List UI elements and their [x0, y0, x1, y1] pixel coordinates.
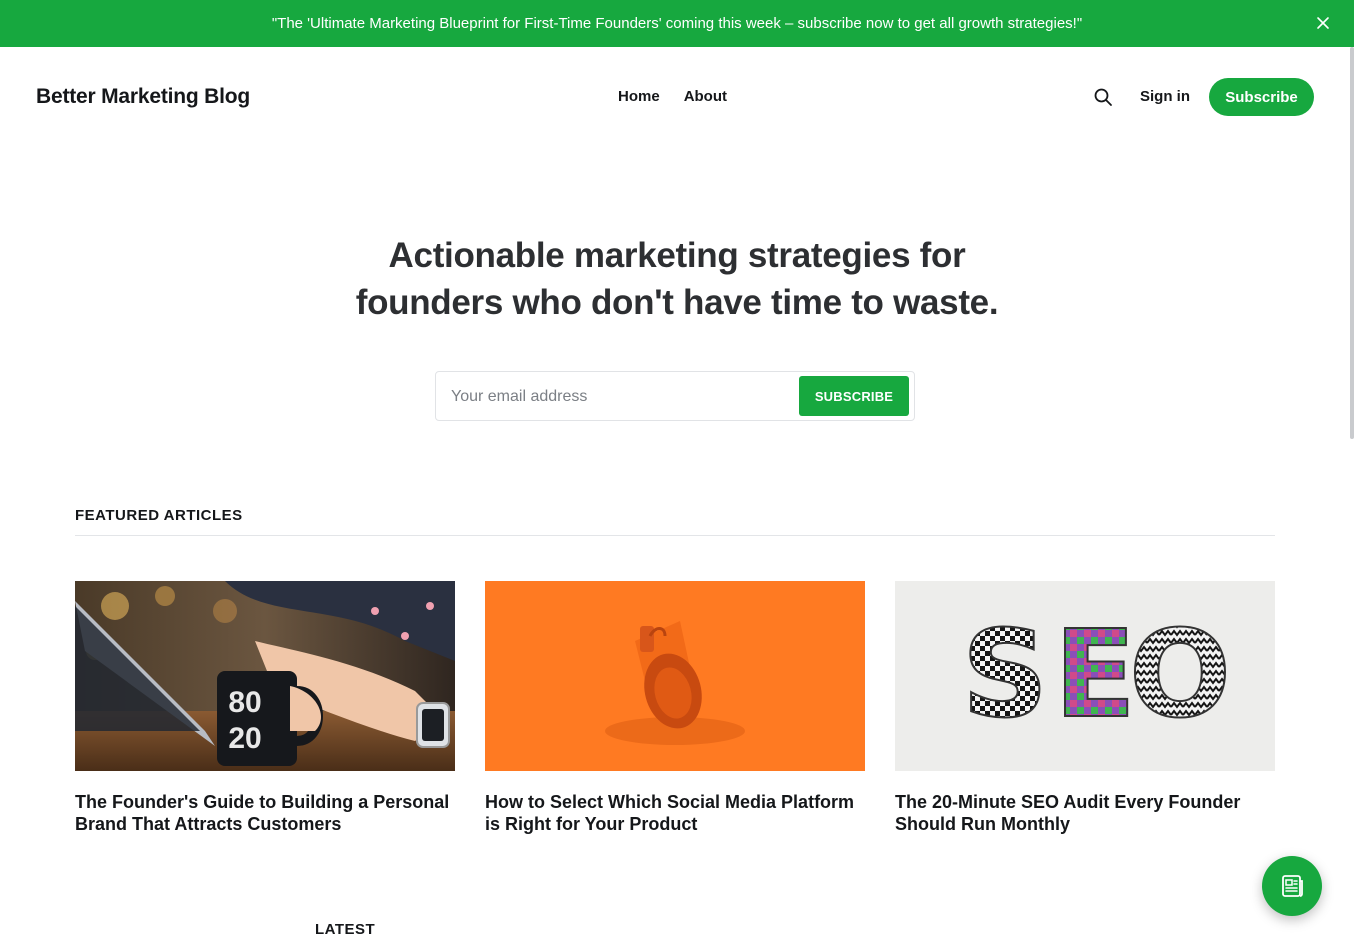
site-header: Better Marketing Blog Home About Sign in… — [0, 47, 1354, 147]
seo-letter-e: E — [1054, 606, 1136, 745]
featured-card-3[interactable]: S E O The 20-Minute SEO Audit Every Foun… — [895, 581, 1275, 835]
featured-title-3[interactable]: The 20-Minute SEO Audit Every Founder Sh… — [895, 791, 1275, 835]
seo-letters-photo[interactable]: S E O — [895, 581, 1275, 771]
hero-title: Actionable marketing strategies for foun… — [277, 232, 1077, 326]
signup-form: SUBSCRIBE — [435, 371, 915, 421]
seo-letter-s: S — [962, 606, 1048, 745]
page-scrollbar[interactable] — [1350, 47, 1354, 439]
mug-text-1: 80 — [228, 686, 261, 719]
subscribe-button[interactable]: Subscribe — [1209, 78, 1314, 116]
search-icon[interactable] — [1093, 87, 1113, 107]
featured-title-1[interactable]: The Founder's Guide to Building a Person… — [75, 791, 455, 835]
featured-card-1[interactable]: 80 20 The Founder's Guide to Building a … — [75, 581, 455, 835]
close-icon[interactable] — [1314, 14, 1332, 32]
main-nav: Home About — [618, 88, 727, 105]
hero-title-line-1: Actionable marketing strategies for — [388, 236, 966, 275]
nav-link-about[interactable]: About — [684, 88, 727, 105]
featured-divider — [75, 535, 1275, 536]
featured-card-2[interactable]: How to Select Which Social Media Platfor… — [485, 581, 865, 835]
megaphone-on-orange-photo[interactable] — [485, 581, 865, 771]
nav-link-home[interactable]: Home — [618, 88, 660, 105]
latest-heading: LATEST — [315, 921, 376, 938]
newspaper-icon — [1282, 875, 1303, 897]
hero-subscribe-button[interactable]: SUBSCRIBE — [799, 376, 909, 416]
seo-letter-o: O — [1129, 606, 1231, 745]
announcement-bar: "The 'Ultimate Marketing Blueprint for F… — [0, 0, 1354, 47]
floating-portal-button[interactable] — [1262, 856, 1322, 916]
email-input[interactable] — [451, 385, 791, 409]
announcement-text: "The 'Ultimate Marketing Blueprint for F… — [271, 15, 1083, 32]
featured-title-2[interactable]: How to Select Which Social Media Platfor… — [485, 791, 865, 835]
page: "The 'Ultimate Marketing Blueprint for F… — [0, 0, 1354, 939]
featured-heading: FEATURED ARTICLES — [75, 507, 243, 524]
hero-title-line-2: founders who don't have time to waste. — [355, 283, 999, 322]
site-logo[interactable]: Better Marketing Blog — [36, 85, 250, 109]
signin-link[interactable]: Sign in — [1140, 88, 1190, 105]
laptop-and-mug-photo[interactable]: 80 20 — [75, 581, 455, 771]
mug-text-2: 20 — [228, 722, 261, 755]
